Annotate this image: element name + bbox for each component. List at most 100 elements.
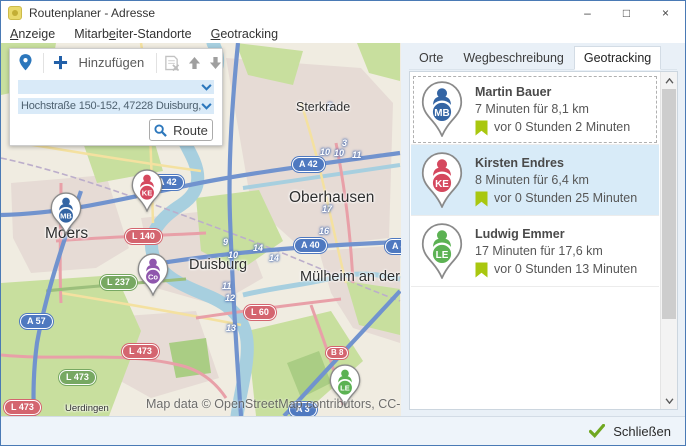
road-badge-a40: A 40 xyxy=(294,238,327,253)
road-badge-a42: A 42 xyxy=(292,157,325,172)
person-pin-icon: KE xyxy=(421,152,463,208)
menu-label: iter-Standorte xyxy=(116,27,192,41)
exit-number: 3 xyxy=(342,138,347,148)
road-badge-l60: L 60 xyxy=(244,305,276,320)
tab-orte[interactable]: Orte xyxy=(409,46,453,69)
tab-geotracking[interactable]: Geotracking xyxy=(574,46,661,70)
svg-text:MB: MB xyxy=(434,108,449,119)
map-pin-mb[interactable]: MB xyxy=(50,192,82,235)
toolbar-separator xyxy=(156,53,157,73)
person-pin-icon: MB xyxy=(421,81,463,137)
menu-item-anzeige[interactable]: Anzeige xyxy=(10,27,55,41)
svg-text:Co: Co xyxy=(148,273,158,282)
window-title: Routenplaner - Adresse xyxy=(29,6,155,20)
menu-label: e xyxy=(109,27,116,41)
exit-number: 9 xyxy=(223,237,228,247)
menu-label: nzeige xyxy=(18,27,55,41)
arrow-up-icon xyxy=(188,56,201,70)
plus-icon xyxy=(53,55,68,70)
close-button[interactable]: Schließen xyxy=(589,424,671,439)
person-name: Ludwig Emmer xyxy=(475,226,637,243)
chevron-down-icon xyxy=(665,398,674,404)
remove-route-point-icon xyxy=(163,55,180,71)
city-label-muelheim: Mülheim an der R xyxy=(300,269,401,285)
map-attribution: Map data © OpenStreetMap contributors, C… xyxy=(146,397,401,411)
tracking-list: MB Martin Bauer 7 Minuten für 8,1 km vor… xyxy=(409,71,678,410)
road-badge-l473: L 473 xyxy=(4,400,41,415)
app-icon xyxy=(8,6,22,20)
add-button[interactable]: Hinzufügen xyxy=(53,55,144,70)
routenplaner-window: Routenplaner - Adresse – □ × Anzeige Mit… xyxy=(0,0,686,446)
arrow-down-icon xyxy=(209,56,222,70)
tab-wegbeschreibung[interactable]: Wegbeschreibung xyxy=(453,46,574,69)
road-badge-a57: A 57 xyxy=(20,314,53,329)
destination-address-value: Hochstraße 150-152, 47228 Duisburg, DE xyxy=(18,100,201,112)
scroll-down-button[interactable] xyxy=(661,392,677,409)
exit-number: 14 xyxy=(253,243,263,253)
exit-number: 16 xyxy=(319,226,329,236)
person-name: Martin Bauer xyxy=(475,84,630,101)
exit-number: 11 xyxy=(222,281,231,291)
move-down-button[interactable] xyxy=(209,56,222,70)
road-badge-a40-clipped: A 40 xyxy=(385,239,401,254)
chevron-down-icon xyxy=(201,84,212,91)
map-pin-ke[interactable]: KE xyxy=(131,169,163,212)
road-badge-l140: L 140 xyxy=(125,229,162,244)
route-info: 7 Minuten für 8,1 km xyxy=(475,101,630,118)
city-label-duisburg: Duisburg xyxy=(189,257,247,273)
start-address-dropdown[interactable] xyxy=(18,80,214,94)
exit-number: 11 xyxy=(352,150,361,160)
add-button-label: Hinzufügen xyxy=(78,55,144,70)
road-badge-b8: B 8 xyxy=(326,347,348,359)
list-scrollbar[interactable] xyxy=(660,72,677,409)
city-label-sterkrade: Sterkrade xyxy=(296,100,350,114)
minimize-button[interactable]: – xyxy=(568,1,607,24)
svg-text:KE: KE xyxy=(435,179,449,190)
chevron-up-icon xyxy=(665,78,674,84)
exit-number: 10 xyxy=(320,147,330,157)
road-badge-l473: L 473 xyxy=(122,344,159,359)
tracking-item-kirsten-endres[interactable]: KE Kirsten Endres 8 Minuten für 6,4 km v… xyxy=(411,145,659,216)
road-badge-l473: L 473 xyxy=(59,370,96,385)
svg-text:MB: MB xyxy=(60,212,72,221)
tracking-item-ludwig-emmer[interactable]: LE Ludwig Emmer 17 Minuten für 17,6 km v… xyxy=(411,216,659,287)
person-name: Kirsten Endres xyxy=(475,155,637,172)
scroll-up-button[interactable] xyxy=(661,72,677,89)
chevron-down-icon xyxy=(201,103,212,110)
scrollbar-thumb[interactable] xyxy=(662,89,676,319)
close-button-label: Schließen xyxy=(613,424,671,439)
move-up-button[interactable] xyxy=(188,56,201,70)
last-update: vor 0 Stunden 13 Minuten xyxy=(494,261,637,278)
svg-text:KE: KE xyxy=(142,189,152,198)
last-update: vor 0 Stunden 2 Minuten xyxy=(494,119,630,136)
svg-text:LE: LE xyxy=(436,250,449,261)
flag-icon xyxy=(475,191,488,207)
remove-route-point-button[interactable] xyxy=(163,55,180,71)
tracking-item-martin-bauer[interactable]: MB Martin Bauer 7 Minuten für 8,1 km vor… xyxy=(411,74,659,145)
flag-icon xyxy=(475,262,488,278)
check-icon xyxy=(589,424,605,438)
route-info: 17 Minuten für 17,6 km xyxy=(475,243,637,260)
map-pin-co[interactable]: Co xyxy=(137,253,169,296)
exit-number: 10 xyxy=(334,148,344,158)
title-bar: Routenplaner - Adresse – □ × xyxy=(1,1,685,24)
exit-number: 14 xyxy=(269,253,279,263)
route-button[interactable]: Route xyxy=(149,119,213,141)
route-button-label: Route xyxy=(173,123,208,138)
route-info: 8 Minuten für 6,4 km xyxy=(475,172,637,189)
menu-item-mitarbeiter-standorte[interactable]: Mitarbeiter-Standorte xyxy=(74,27,191,41)
menu-bar: Anzeige Mitarbeiter-Standorte Geotrackin… xyxy=(1,24,685,43)
menu-label: eotracking xyxy=(220,27,278,41)
maximize-button[interactable]: □ xyxy=(607,1,646,24)
destination-address-dropdown[interactable]: Hochstraße 150-152, 47228 Duisburg, DE xyxy=(18,98,214,114)
toolbar-separator xyxy=(43,53,44,73)
tab-bar: Orte Wegbeschreibung Geotracking xyxy=(409,46,677,70)
location-pin-icon[interactable] xyxy=(19,54,32,71)
menu-item-geotracking[interactable]: Geotracking xyxy=(211,27,278,41)
map-canvas[interactable]: 9 10 11 12 13 14 14 2 3 10 10 11 17 16 A… xyxy=(1,43,401,416)
route-toolbar-panel: Hinzufügen Hochstraße 150-152, xyxy=(9,48,223,146)
svg-text:LE: LE xyxy=(340,384,350,393)
flag-icon xyxy=(475,120,488,136)
menu-label: G xyxy=(211,27,221,41)
close-window-button[interactable]: × xyxy=(646,1,685,24)
